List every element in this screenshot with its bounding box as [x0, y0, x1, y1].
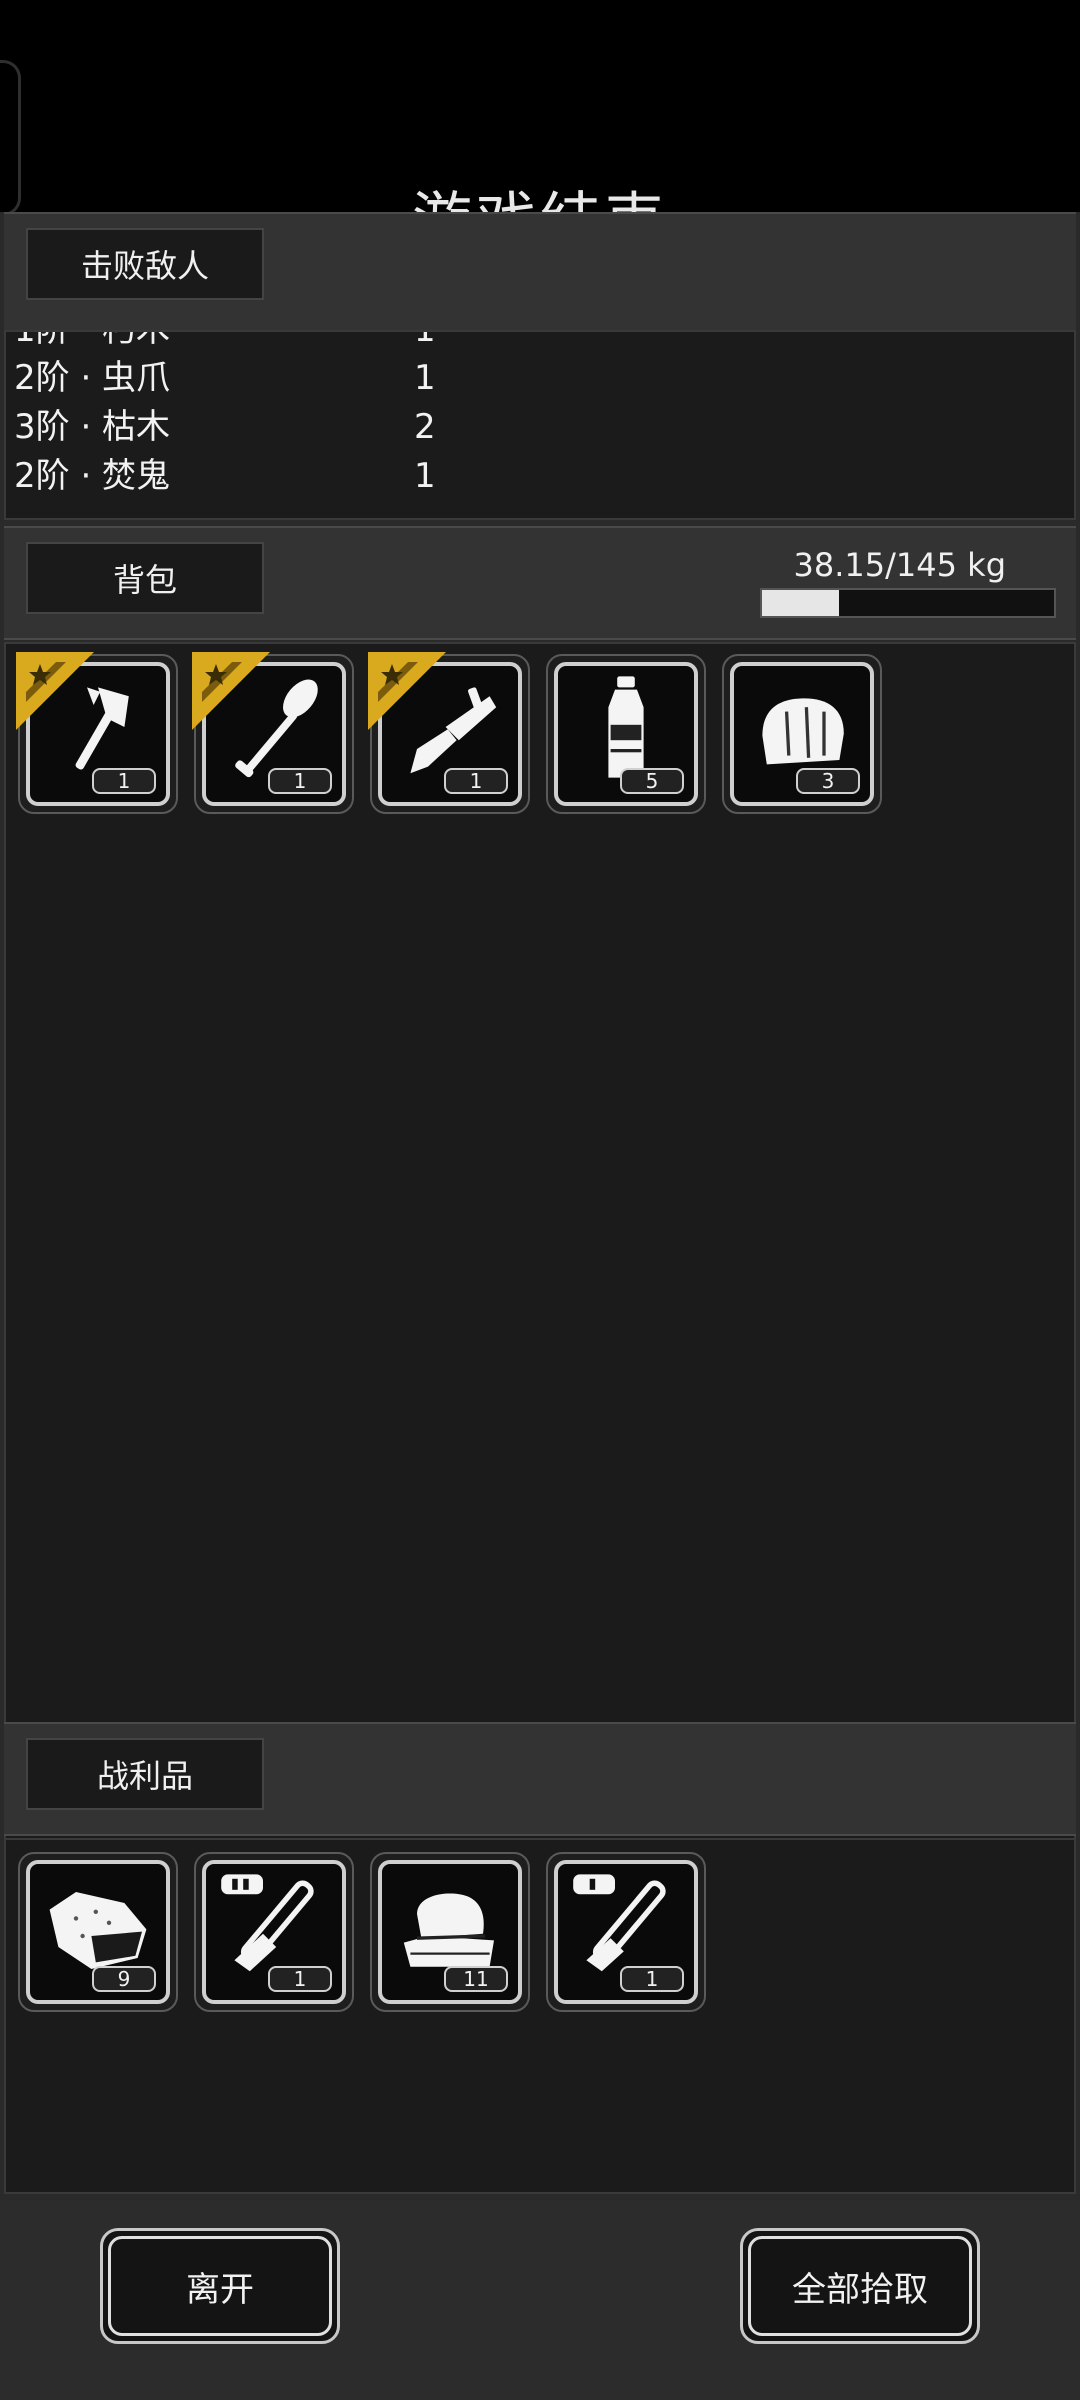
- raw-meat-icon: [49, 1892, 147, 1969]
- loot-slot[interactable]: 1: [194, 1852, 354, 2012]
- backpack-slot[interactable]: 1: [368, 652, 530, 814]
- weight-bar-fill: [762, 590, 839, 616]
- test-tube-icon: [221, 1874, 314, 1972]
- enemy-count: 1: [414, 330, 436, 350]
- item-count-badge: 3: [796, 768, 860, 794]
- enemy-name: 1阶 · 朽木: [14, 330, 171, 350]
- weight-bar: [760, 588, 1056, 618]
- backpack-slot[interactable]: 1: [16, 652, 178, 814]
- footer-bar: 离开 全部拾取: [0, 2200, 1080, 2400]
- backpack-slot[interactable]: 5: [546, 654, 706, 814]
- enemy-row: 3阶 · 枯木 2: [14, 403, 514, 451]
- item-count-badge: 1: [268, 1966, 332, 1992]
- backpack-label: 背包: [26, 542, 264, 614]
- weight-readout: 38.15/145 kg: [793, 546, 1006, 584]
- test-tube-icon: [573, 1874, 666, 1972]
- item-count-badge: 1: [620, 1966, 684, 1992]
- bread-icon: [762, 698, 844, 765]
- leave-button-label: 离开: [108, 2236, 332, 2336]
- loot-label: 战利品: [26, 1738, 264, 1810]
- star-ribbon-icon: [368, 652, 446, 730]
- enemy-row: 2阶 · 焚鬼 1: [14, 452, 514, 500]
- enemy-row: 1阶 · 朽木 1: [14, 330, 514, 354]
- take-all-button[interactable]: 全部拾取: [740, 2228, 980, 2344]
- enemy-name: 3阶 · 枯木: [14, 407, 171, 447]
- star-ribbon-icon: [192, 652, 270, 730]
- item-count-badge: 5: [620, 768, 684, 794]
- enemy-name: 2阶 · 虫爪: [14, 358, 171, 398]
- enemy-count: 1: [414, 456, 436, 496]
- defeated-enemies-label: 击败敌人: [26, 228, 264, 300]
- backpack-slot[interactable]: 3: [722, 654, 882, 814]
- item-count-badge: 11: [444, 1966, 508, 1992]
- item-count-badge: 9: [92, 1966, 156, 1992]
- loot-header: 战利品: [4, 1722, 1076, 1836]
- defeated-enemies-header: 击败敌人: [4, 212, 1076, 332]
- item-count-badge: 1: [268, 768, 332, 794]
- backpack-slot[interactable]: 1: [192, 652, 354, 814]
- backpack-header: 背包 38.15/145 kg: [4, 526, 1076, 640]
- enemy-count: 2: [414, 407, 436, 447]
- leave-button[interactable]: 离开: [100, 2228, 340, 2344]
- enemy-row: 2阶 · 虫爪 1: [14, 354, 514, 402]
- loot-slot[interactable]: 1: [546, 1852, 706, 2012]
- item-count-badge: 1: [92, 768, 156, 794]
- loot-slot[interactable]: 9: [18, 1852, 178, 2012]
- star-ribbon-icon: [16, 652, 94, 730]
- loot-grid: 9 1 11 1: [4, 1838, 1076, 2194]
- enemy-count: 1: [414, 358, 436, 398]
- cloth-icon: [403, 1893, 494, 1967]
- defeated-enemies-list[interactable]: 1阶 · 朽木 1 2阶 · 虫爪 1 3阶 · 枯木 2 2阶 · 焚鬼 1: [4, 330, 1076, 520]
- take-all-button-label: 全部拾取: [748, 2236, 972, 2336]
- water-bottle-icon: [608, 676, 644, 778]
- enemy-name: 2阶 · 焚鬼: [14, 456, 171, 496]
- item-count-badge: 1: [444, 768, 508, 794]
- results-panel: 击败敌人 1阶 · 朽木 1 2阶 · 虫爪 1 3阶 · 枯木 2 2阶 · …: [0, 212, 1080, 2400]
- loot-slot[interactable]: 11: [370, 1852, 530, 2012]
